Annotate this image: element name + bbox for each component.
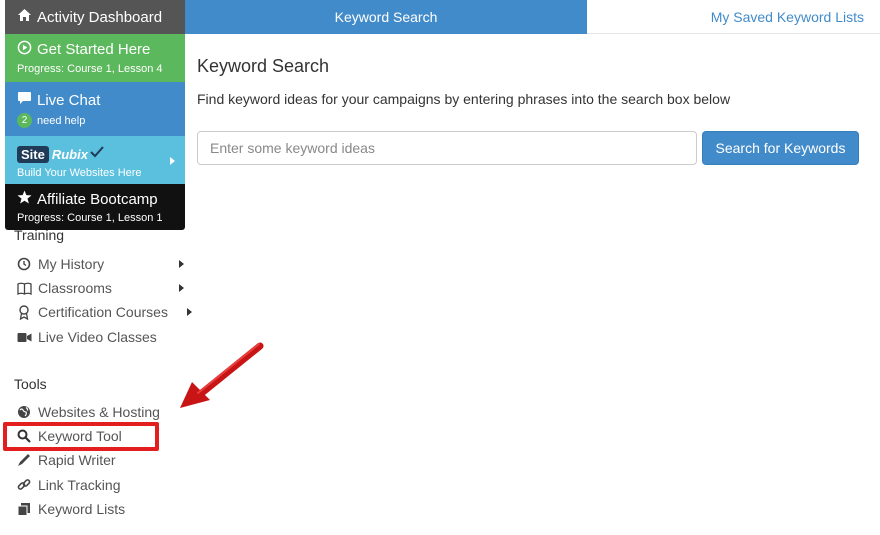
chevron-right-icon <box>187 308 192 316</box>
home-icon <box>17 8 32 27</box>
chevron-right-icon <box>170 157 175 165</box>
menu-affiliate-bootcamp[interactable]: Affiliate Bootcamp Progress: Course 1, L… <box>5 184 185 230</box>
keyword-search-input[interactable] <box>197 131 697 165</box>
menu-live-chat[interactable]: Live Chat 2 need help <box>5 82 185 136</box>
sidebar-item-websites-hosting[interactable]: Websites & Hosting <box>16 404 186 420</box>
globe-icon <box>16 404 32 420</box>
copy-icon <box>16 501 32 517</box>
checkmark-icon <box>90 145 104 163</box>
sidebar-item-certification-courses[interactable]: Certification Courses <box>16 304 192 320</box>
certificate-icon <box>16 304 32 320</box>
sidebar-item-my-history[interactable]: My History <box>16 256 186 272</box>
pen-icon <box>16 452 32 468</box>
tools-section-title: Tools <box>14 376 47 392</box>
video-camera-icon <box>16 329 32 345</box>
menu-get-started-label: Get Started Here <box>37 41 151 58</box>
book-icon <box>16 280 32 296</box>
menu-get-started[interactable]: Get Started Here Progress: Course 1, Les… <box>5 34 185 82</box>
siterubix-logo: Site Rubix <box>17 144 173 164</box>
page-title: Keyword Search <box>197 56 330 76</box>
chevron-right-icon <box>179 284 184 292</box>
search-for-keywords-button[interactable]: Search for Keywords <box>702 131 859 165</box>
menu-affiliate-bootcamp-label: Affiliate Bootcamp <box>37 190 158 208</box>
search-row: Search for Keywords <box>197 131 859 165</box>
red-arrow-annotation <box>180 342 264 408</box>
menu-activity-dashboard-label: Activity Dashboard <box>37 8 163 26</box>
menu-live-chat-label: Live Chat <box>37 91 101 109</box>
tab-keyword-search[interactable]: Keyword Search <box>185 0 587 34</box>
menu-affiliate-progress: Progress: Course 1, Lesson 1 <box>17 212 163 224</box>
live-chat-sub: need help <box>37 114 86 127</box>
menu-activity-dashboard[interactable]: Activity Dashboard <box>5 0 185 34</box>
sidebar-item-link-tracking[interactable]: Link Tracking <box>16 477 186 493</box>
chevron-right-icon <box>179 260 184 268</box>
menu-get-started-progress: Progress: Course 1, Lesson 4 <box>17 63 163 75</box>
play-circle-icon <box>17 40 32 60</box>
live-chat-count-badge: 2 <box>17 113 32 128</box>
sidebar-item-rapid-writer[interactable]: Rapid Writer <box>16 452 186 468</box>
main-content: Keyword Search Find keyword ideas for yo… <box>197 56 867 165</box>
link-icon <box>16 477 32 493</box>
page-description: Find keyword ideas for your campaigns by… <box>197 91 731 107</box>
sidebar-item-keyword-lists[interactable]: Keyword Lists <box>16 501 186 517</box>
siterubix-sub: Build Your Websites Here <box>17 167 142 179</box>
chat-bubble-icon <box>17 91 32 110</box>
main-menu: Activity Dashboard Get Started Here Prog… <box>5 0 185 230</box>
menu-siterubix[interactable]: Site Rubix Build Your Websites Here <box>5 136 185 184</box>
tab-my-saved-keyword-lists[interactable]: My Saved Keyword Lists <box>587 0 880 34</box>
sidebar-item-classrooms[interactable]: Classrooms <box>16 280 186 296</box>
star-icon <box>17 190 32 209</box>
history-icon <box>16 256 32 272</box>
keyword-tool-highlight-box <box>3 422 159 451</box>
sidebar-item-live-video-classes[interactable]: Live Video Classes <box>16 329 186 345</box>
